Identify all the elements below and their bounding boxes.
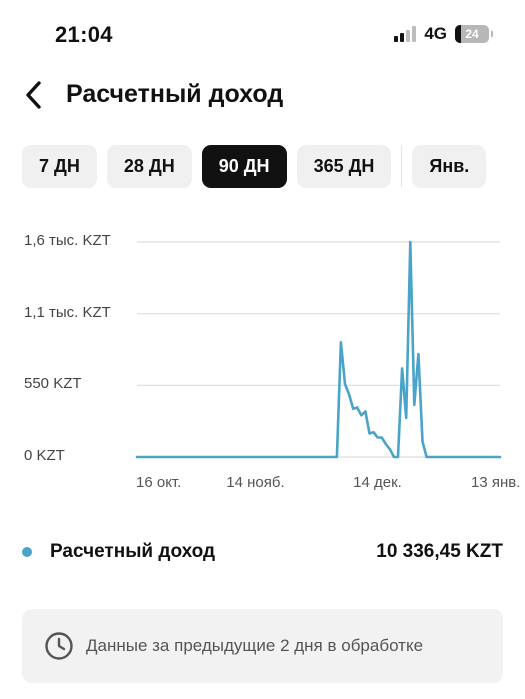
status-indicators: 4G 24 bbox=[394, 24, 493, 44]
back-button[interactable] bbox=[18, 78, 48, 112]
y-tick-label: 1,6 тыс. KZT bbox=[24, 232, 111, 249]
status-time: 21:04 bbox=[55, 22, 113, 47]
summary-label: Расчетный доход bbox=[50, 541, 216, 562]
x-tick-label: 16 окт. bbox=[136, 474, 182, 491]
status-bar: 21:04 4G 24 bbox=[0, 0, 525, 70]
tab-365-days[interactable]: 365 ДН bbox=[296, 144, 392, 188]
tab-28-days[interactable]: 28 ДН bbox=[106, 144, 192, 188]
series-line bbox=[135, 240, 502, 459]
notice-text: Данные за предыдущие 2 дня в обработке bbox=[86, 636, 424, 655]
x-tick-label: 13 янв. bbox=[471, 474, 521, 491]
tab-7-days[interactable]: 7 ДН bbox=[22, 144, 97, 188]
chart-canvas bbox=[135, 240, 502, 459]
tab-month[interactable]: Янв. bbox=[412, 144, 487, 188]
period-tabs: 7 ДН 28 ДН 90 ДН 365 ДН Янв. bbox=[22, 144, 525, 188]
tab-90-days[interactable]: 90 ДН bbox=[201, 144, 287, 188]
y-tick-label: 550 KZT bbox=[24, 375, 82, 393]
battery-level: 24 bbox=[465, 27, 479, 41]
y-tick-label: 1,1 тыс. KZT bbox=[24, 303, 111, 321]
x-tick-label: 14 дек. bbox=[353, 474, 402, 491]
revenue-chart: 1,6 тыс. KZT 1,1 тыс. KZT 550 KZT 0 KZT 16 о… bbox=[0, 220, 525, 510]
page-title: Расчетный доход bbox=[66, 80, 284, 108]
summary-row: Расчетный доход 10 336,45 KZT bbox=[0, 534, 525, 570]
network-type: 4G bbox=[424, 24, 447, 43]
page-header: Расчетный доход bbox=[0, 72, 525, 118]
battery-icon: 24 bbox=[455, 25, 493, 43]
summary-value: 10 336,45 KZT bbox=[376, 541, 503, 562]
clock-icon bbox=[45, 632, 73, 660]
legend-dot bbox=[22, 547, 32, 557]
signal-icon bbox=[394, 26, 417, 42]
chevron-left-icon bbox=[26, 81, 41, 109]
processing-notice: Данные за предыдущие 2 дня в обработке bbox=[22, 609, 503, 683]
x-tick-label: 14 нояб. bbox=[226, 474, 285, 491]
tab-divider bbox=[401, 145, 403, 187]
y-tick-label: 0 KZT bbox=[24, 447, 65, 464]
